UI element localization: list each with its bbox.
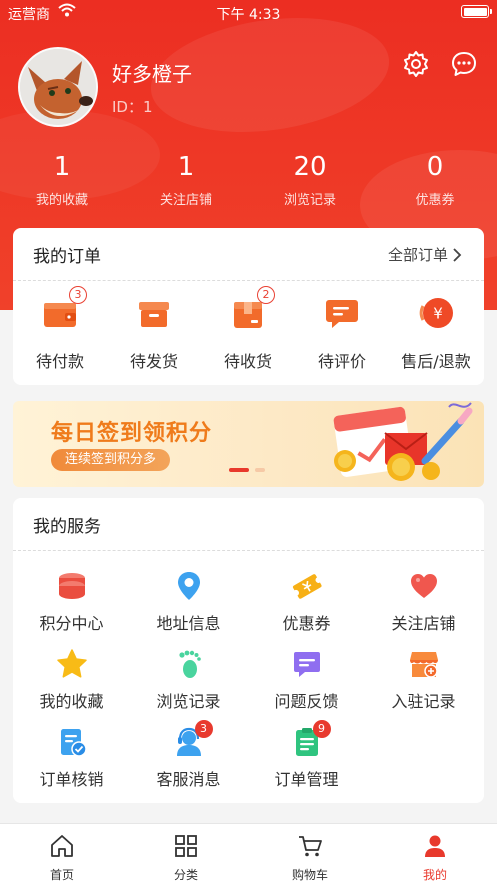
service-label: 积分中心 [39, 614, 104, 633]
service-favorites[interactable]: 我的收藏 [13, 648, 130, 712]
orders-title: 我的订单 [33, 247, 101, 267]
service-label: 订单管理 [274, 770, 339, 789]
service-coupons[interactable]: 优惠券 [248, 570, 365, 634]
order-label: 待发货 [129, 352, 178, 371]
heart-icon [410, 574, 437, 598]
calendar-illustration [333, 402, 473, 481]
service-settle-record[interactable]: 入驻记录 [365, 648, 482, 712]
tab-label: 我的 [422, 868, 447, 882]
service-address[interactable]: 地址信息 [130, 570, 247, 634]
stat-label: 优惠券 [415, 193, 455, 208]
order-pending-review[interactable]: 待评价 [295, 294, 389, 372]
location-icon [177, 572, 200, 600]
service-followed-shops[interactable]: 关注店铺 [365, 570, 482, 634]
stat-label: 浏览记录 [283, 193, 336, 208]
bottom-tab-bar: 首页 分类 购物车 我的 [0, 823, 497, 883]
order-badge: 3 [69, 286, 87, 304]
tab-cart[interactable]: 购物车 [248, 824, 372, 883]
banner-subtitle: 连续签到积分多 [51, 449, 171, 471]
services-title: 我的服务 [33, 517, 101, 537]
order-pending-receipt[interactable]: 2 待收货 [201, 286, 295, 372]
stat-label: 我的收藏 [35, 193, 88, 208]
order-label: 售后/退款 [401, 352, 471, 371]
category-icon [175, 835, 197, 857]
home-icon [51, 835, 73, 857]
status-time: 下午 4:33 [216, 7, 281, 23]
services-card-header: 我的服务 [13, 498, 484, 551]
feedback-icon [293, 652, 320, 677]
service-order-management[interactable]: 9 订单管理 [248, 720, 365, 790]
star-icon [56, 649, 87, 678]
stat-coupons[interactable]: 0 优惠券 [373, 150, 497, 208]
stat-value: 1 [177, 152, 195, 182]
pagination-dot-active [229, 468, 249, 472]
comment-icon [326, 300, 358, 328]
yen-symbol: ¥ [433, 305, 443, 323]
order-pending-payment[interactable]: 3 待付款 [13, 286, 107, 372]
tab-category[interactable]: 分类 [124, 824, 248, 883]
banner-pagination [229, 468, 279, 474]
service-history[interactable]: 浏览记录 [130, 648, 247, 712]
service-label: 优惠券 [282, 614, 331, 633]
tab-home[interactable]: 首页 [0, 824, 124, 883]
service-badge: 9 [312, 720, 331, 738]
order-label: 待付款 [35, 352, 84, 371]
gear-icon[interactable] [402, 50, 430, 78]
avatar[interactable] [18, 47, 98, 127]
service-label: 我的收藏 [39, 692, 104, 711]
service-label: 客服消息 [156, 770, 221, 789]
orders-card-header: 我的订单 全部订单 [13, 228, 484, 281]
points-icon [58, 573, 85, 599]
order-label: 待收货 [223, 352, 272, 371]
service-feedback[interactable]: 问题反馈 [248, 648, 365, 712]
stat-label: 关注店铺 [159, 193, 212, 208]
user-id: ID：1 [112, 98, 153, 116]
cart-icon [299, 836, 322, 857]
service-label: 问题反馈 [274, 692, 339, 711]
orders-card: 我的订单 全部订单 3 待付款 待发货 2 待收货 待评价 ¥ 售后/退款 [13, 228, 484, 385]
shop-icon [409, 652, 438, 678]
service-points-center[interactable]: 积分中心 [13, 570, 130, 634]
username: 好多橙子 [112, 62, 192, 86]
service-label: 浏览记录 [156, 692, 221, 711]
order-label: 待评价 [317, 352, 366, 371]
chevron-right-icon[interactable] [452, 247, 462, 263]
pagination-dot [255, 468, 265, 472]
service-label: 地址信息 [156, 614, 221, 633]
service-label: 入驻记录 [391, 692, 456, 711]
stat-value: 1 [53, 152, 71, 182]
verify-icon [60, 729, 87, 757]
stat-value: 0 [426, 152, 444, 182]
banner-title: 每日签到领积分 [51, 421, 213, 446]
service-badge: 3 [194, 720, 213, 738]
stat-value: 20 [293, 152, 327, 182]
stats-row: 1 我的收藏 1 关注店铺 20 浏览记录 0 优惠券 [0, 150, 497, 220]
checkin-banner[interactable]: 每日签到领积分 连续签到积分多 [13, 401, 484, 487]
stat-followed-shops[interactable]: 1 关注店铺 [124, 150, 248, 208]
footprint-icon [178, 650, 201, 678]
box-icon [139, 302, 169, 327]
service-order-verify[interactable]: 订单核销 [13, 726, 130, 790]
stat-history[interactable]: 20 浏览记录 [248, 150, 372, 208]
message-icon[interactable] [450, 50, 478, 78]
services-card: 我的服务 积分中心 地址信息 优惠券 关注店铺 我的收藏 浏览记录 问题反馈 入… [13, 498, 484, 803]
refund-icon: ¥ [419, 298, 453, 328]
service-label: 订单核销 [39, 770, 104, 789]
order-badge: 2 [257, 286, 275, 304]
tab-mine[interactable]: 我的 [373, 824, 497, 883]
tab-label: 首页 [49, 868, 74, 882]
user-icon [425, 835, 445, 857]
order-after-sales[interactable]: ¥ 售后/退款 [389, 294, 483, 372]
tab-label: 分类 [173, 868, 198, 882]
order-pending-shipment[interactable]: 待发货 [107, 294, 201, 372]
battery-icon [461, 5, 492, 18]
status-bar: 运营商 下午 4:33 [0, 0, 497, 26]
stat-favorites[interactable]: 1 我的收藏 [0, 150, 124, 208]
service-label: 关注店铺 [391, 614, 456, 633]
service-customer-messages[interactable]: 3 客服消息 [130, 720, 247, 790]
tab-label: 购物车 [291, 868, 328, 882]
all-orders-link[interactable]: 全部订单 [388, 244, 448, 265]
coupon-icon [292, 574, 322, 599]
